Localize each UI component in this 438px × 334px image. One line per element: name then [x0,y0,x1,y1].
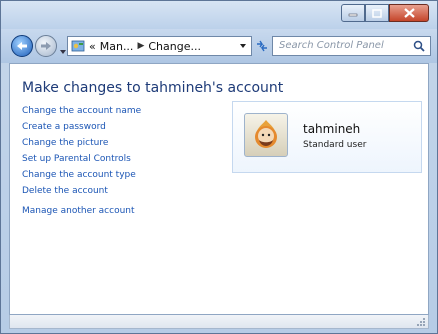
manage-another-account-link[interactable]: Manage another account [22,206,141,216]
content-pane: Make changes to tahmineh's account Chang… [9,63,429,315]
address-dropdown-icon[interactable] [239,42,247,50]
address-bar[interactable]: « Man... ▶ Change... [67,36,252,56]
refresh-button[interactable] [253,36,271,56]
address-overflow[interactable]: « [89,40,96,53]
control-panel-icon [71,40,85,52]
maximize-button[interactable] [365,4,389,22]
caption-buttons [341,4,429,22]
change-account-type-link[interactable]: Change the account type [22,170,141,180]
change-account-name-link[interactable]: Change the account name [22,106,141,116]
search-placeholder: Search Control Panel [279,40,384,51]
minimize-button[interactable] [341,4,365,22]
page-title: Make changes to tahmineh's account [22,80,284,96]
resize-grip-icon[interactable] [416,317,426,327]
avatar [244,113,288,157]
status-bar [9,315,429,329]
change-picture-link[interactable]: Change the picture [22,138,141,148]
user-picture-icon [255,120,277,148]
forward-arrow-icon [41,42,51,50]
maximize-icon [372,8,382,18]
create-password-link[interactable]: Create a password [22,122,141,132]
account-type: Standard user [303,140,367,150]
account-card: tahmineh Standard user [232,101,422,173]
breadcrumb-separator-icon[interactable]: ▶ [137,41,144,51]
parental-controls-link[interactable]: Set up Parental Controls [22,154,141,164]
back-arrow-icon [17,42,27,50]
delete-account-link[interactable]: Delete the account [22,186,141,196]
close-button[interactable] [389,4,429,22]
control-panel-window: « Man... ▶ Change... Search Control Pane… [0,0,438,334]
title-bar[interactable] [1,1,437,29]
search-input[interactable]: Search Control Panel [272,36,431,56]
forward-button[interactable] [35,35,57,57]
refresh-icon [257,40,267,52]
close-icon [403,8,415,18]
chevron-down-icon [60,50,66,54]
search-icon[interactable] [413,40,425,52]
back-button[interactable] [11,35,33,57]
breadcrumb-change-account[interactable]: Change... [148,40,201,53]
minimize-icon [348,13,358,17]
navigation-bar: « Man... ▶ Change... Search Control Pane… [1,29,437,63]
user-name: tahmineh [303,122,361,136]
account-task-links: Change the account name Create a passwor… [22,106,141,222]
breadcrumb-user-accounts[interactable]: Man... [100,40,134,53]
